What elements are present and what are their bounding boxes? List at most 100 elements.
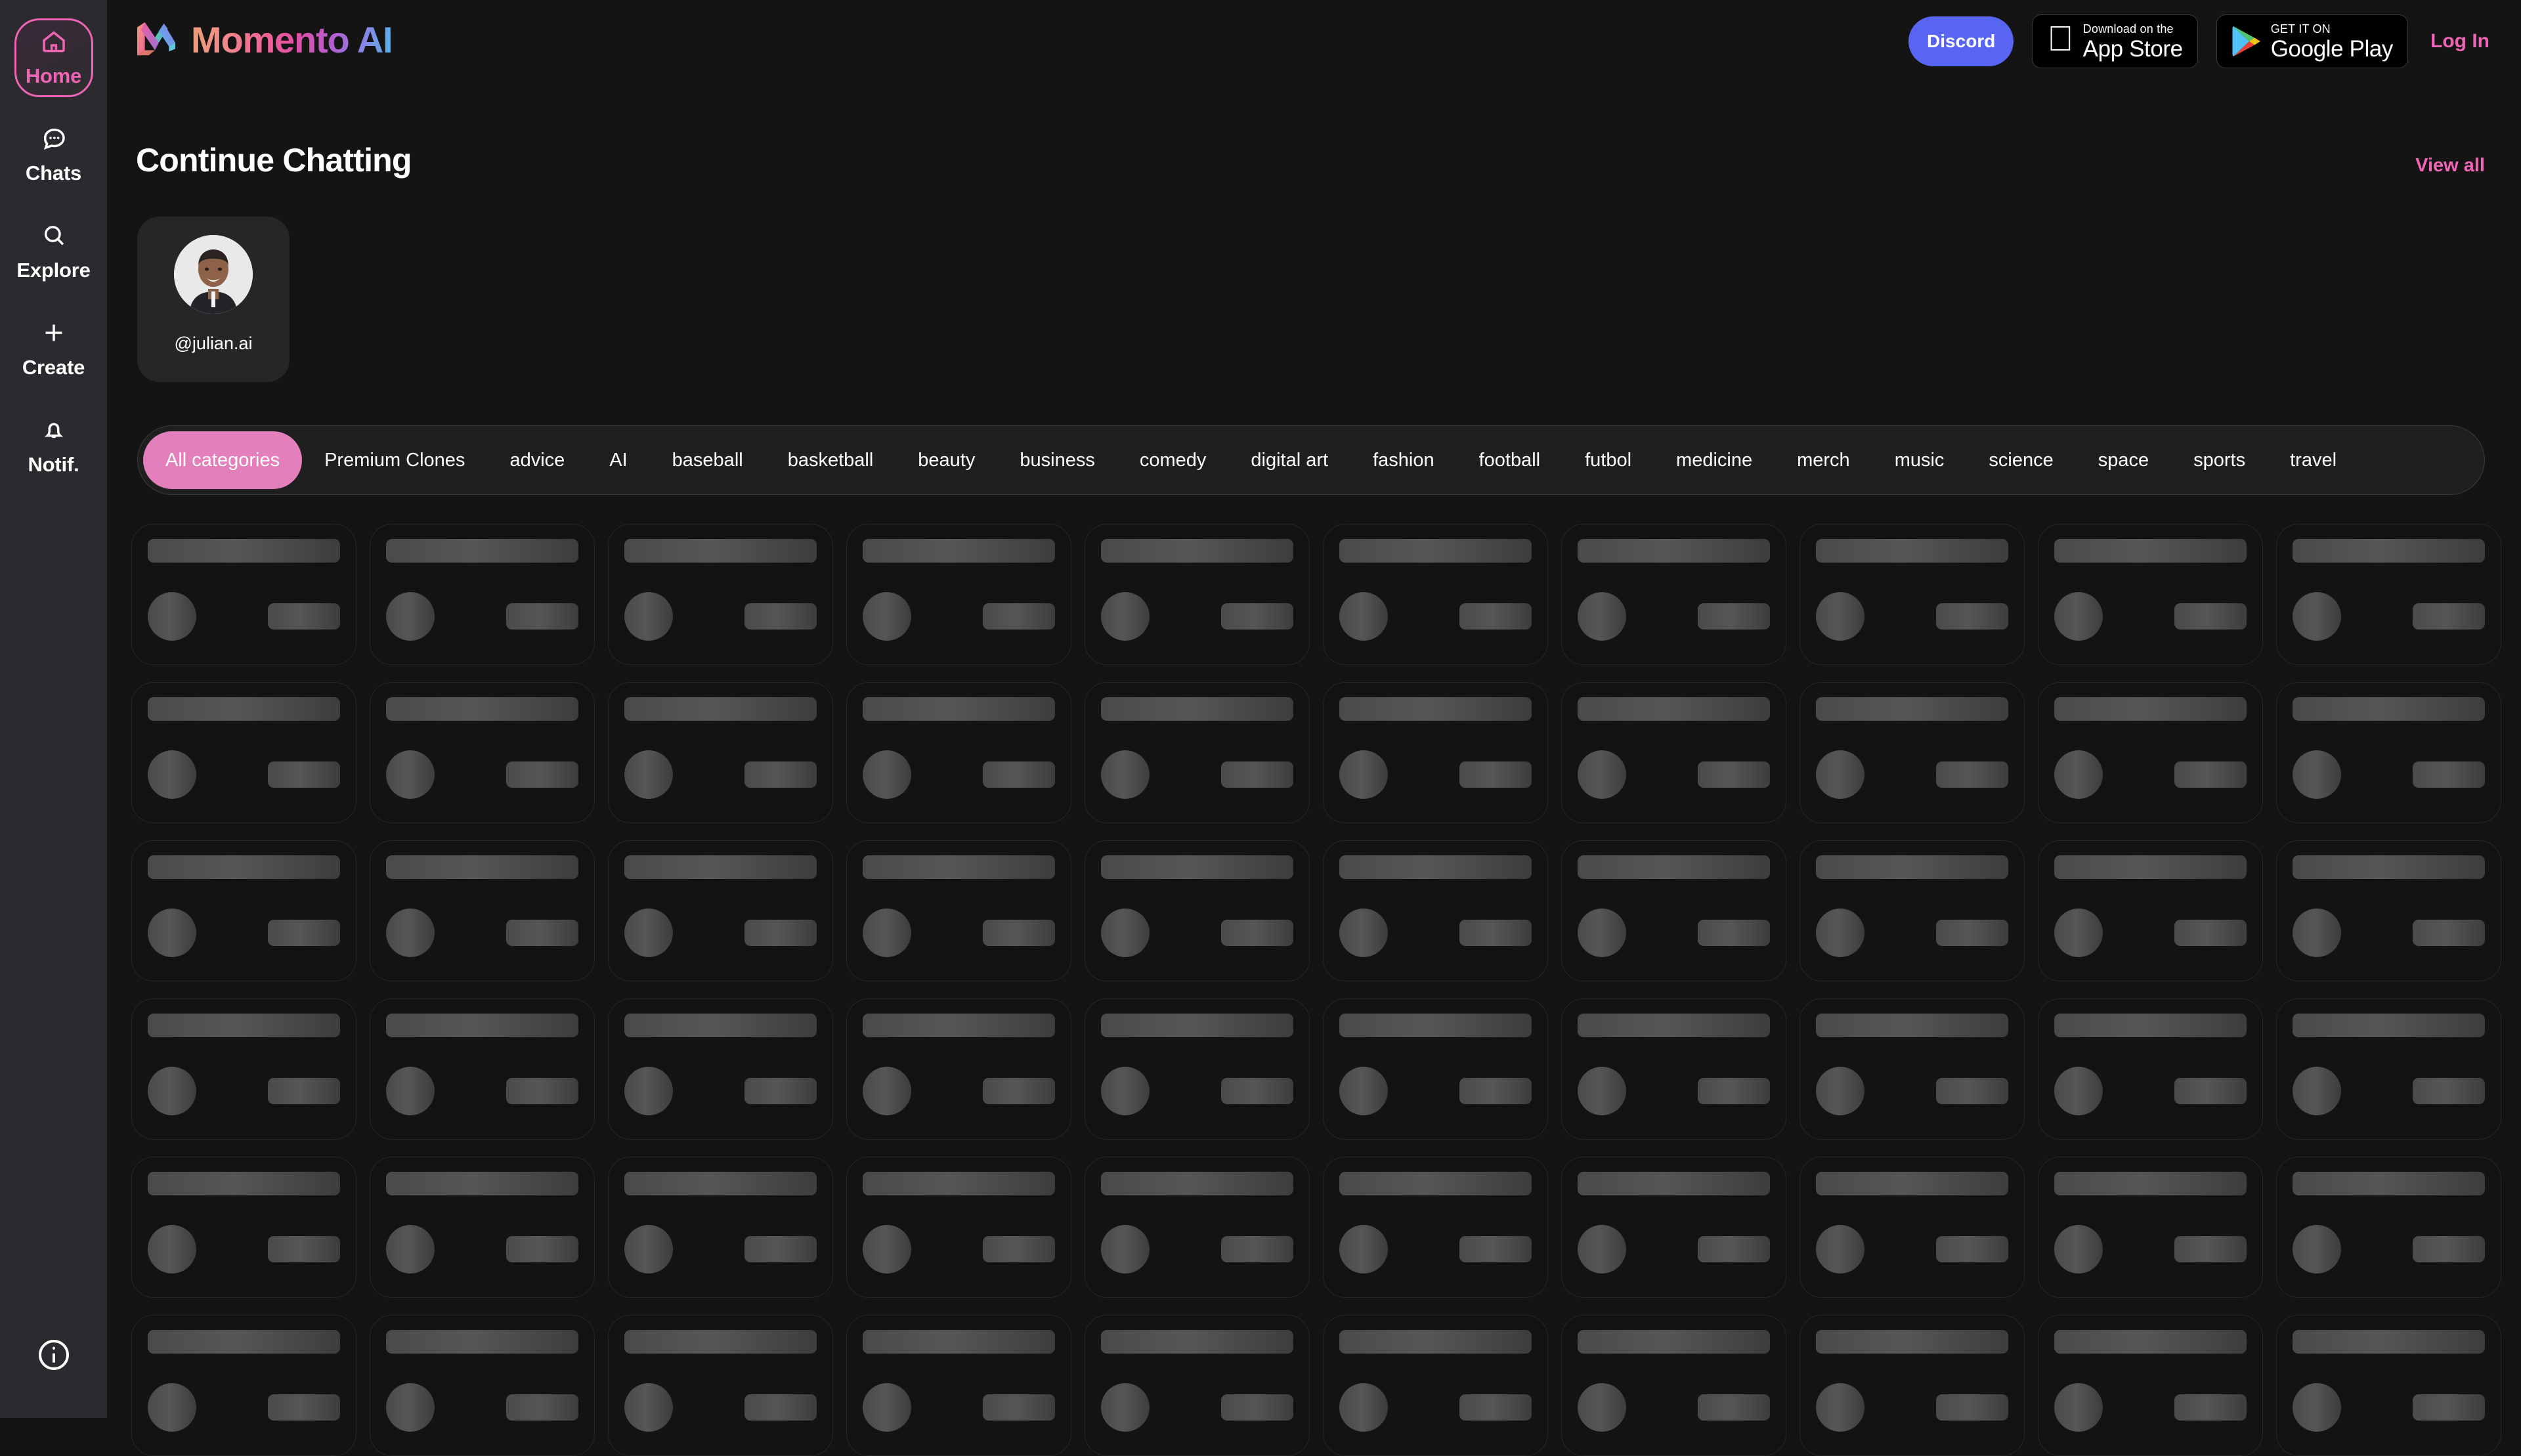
- character-card-placeholder[interactable]: [370, 1157, 595, 1298]
- character-card-placeholder[interactable]: [2038, 1315, 2263, 1456]
- character-card-placeholder[interactable]: [1323, 524, 1548, 665]
- character-card-placeholder[interactable]: [1799, 524, 2025, 665]
- character-card-placeholder[interactable]: [2038, 682, 2263, 823]
- login-link[interactable]: Log In: [2430, 30, 2489, 53]
- character-card-placeholder[interactable]: [370, 682, 595, 823]
- character-card-placeholder[interactable]: [1085, 840, 1310, 981]
- character-card-placeholder[interactable]: [2038, 998, 2263, 1140]
- sidebar-item-create[interactable]: Create: [14, 310, 93, 389]
- character-card-placeholder[interactable]: [1085, 1157, 1310, 1298]
- character-card-placeholder[interactable]: [131, 682, 356, 823]
- character-card-placeholder[interactable]: [2276, 998, 2501, 1140]
- skeleton-avatar: [2293, 1225, 2341, 1274]
- character-card-placeholder[interactable]: [1085, 682, 1310, 823]
- category-pill[interactable]: comedy: [1117, 431, 1229, 489]
- category-pill[interactable]: digital art: [1228, 431, 1350, 489]
- character-card-placeholder[interactable]: [370, 998, 595, 1140]
- character-card-placeholder[interactable]: [131, 1315, 356, 1456]
- info-icon[interactable]: [35, 1337, 72, 1373]
- character-card-placeholder[interactable]: [131, 998, 356, 1140]
- character-card-placeholder[interactable]: [1323, 1315, 1548, 1456]
- character-card-placeholder[interactable]: [131, 1157, 356, 1298]
- character-card-placeholder[interactable]: [2276, 524, 2501, 665]
- character-card-placeholder[interactable]: [1799, 840, 2025, 981]
- character-card-placeholder[interactable]: [608, 1157, 833, 1298]
- category-pill[interactable]: AI: [587, 431, 649, 489]
- character-card-placeholder[interactable]: [1085, 524, 1310, 665]
- category-filter-bar[interactable]: All categories Premium Clones advice AI base…: [137, 425, 2485, 495]
- character-card-placeholder[interactable]: [1561, 998, 1786, 1140]
- character-card-placeholder[interactable]: [1561, 524, 1786, 665]
- skeleton-title-bar: [1339, 855, 1532, 879]
- discord-button[interactable]: Discord: [1908, 16, 2014, 66]
- character-card-placeholder[interactable]: [131, 524, 356, 665]
- category-pill[interactable]: Premium Clones: [302, 431, 487, 489]
- character-card-placeholder[interactable]: [846, 998, 1071, 1140]
- skeleton-label: [1221, 603, 1293, 630]
- google-play-badge[interactable]: GET IT ON Google Play: [2216, 14, 2409, 68]
- sidebar-item-notifications[interactable]: Notif.: [14, 407, 93, 486]
- category-pill[interactable]: merch: [1775, 431, 1872, 489]
- category-pill[interactable]: fashion: [1350, 431, 1457, 489]
- character-card-placeholder[interactable]: [1799, 1157, 2025, 1298]
- top-header: Momento AI Discord  Download on the App…: [107, 0, 2521, 98]
- character-card-placeholder[interactable]: [1323, 1157, 1548, 1298]
- character-card-placeholder[interactable]: [608, 840, 833, 981]
- category-pill[interactable]: futbol: [1562, 431, 1654, 489]
- character-card-placeholder[interactable]: [1561, 840, 1786, 981]
- category-pill[interactable]: space: [2076, 431, 2171, 489]
- character-card-placeholder[interactable]: [2276, 1315, 2501, 1456]
- character-card-placeholder[interactable]: [1799, 998, 2025, 1140]
- category-pill[interactable]: baseball: [650, 431, 765, 489]
- character-card-placeholder[interactable]: [370, 840, 595, 981]
- category-pill[interactable]: music: [1872, 431, 1967, 489]
- character-card-placeholder[interactable]: [2276, 1157, 2501, 1298]
- category-pill[interactable]: advice: [487, 431, 587, 489]
- character-card-placeholder[interactable]: [1323, 840, 1548, 981]
- character-card-placeholder[interactable]: [1561, 1315, 1786, 1456]
- app-store-badge[interactable]:  Download on the App Store: [2032, 14, 2198, 68]
- continue-chat-card[interactable]: @julian.ai: [137, 217, 290, 382]
- character-card-placeholder[interactable]: [846, 1315, 1071, 1456]
- character-card-placeholder[interactable]: [1561, 1157, 1786, 1298]
- category-pill[interactable]: science: [1966, 431, 2075, 489]
- character-card-placeholder[interactable]: [2038, 524, 2263, 665]
- character-card-placeholder[interactable]: [2038, 1157, 2263, 1298]
- character-card-placeholder[interactable]: [608, 998, 833, 1140]
- character-card-placeholder[interactable]: [608, 524, 833, 665]
- character-card-placeholder[interactable]: [846, 682, 1071, 823]
- character-card-placeholder[interactable]: [1323, 998, 1548, 1140]
- character-card-placeholder[interactable]: [1799, 682, 2025, 823]
- character-card-placeholder[interactable]: [370, 1315, 595, 1456]
- category-pill[interactable]: business: [997, 431, 1117, 489]
- sidebar-item-explore[interactable]: Explore: [14, 213, 93, 291]
- character-card-placeholder[interactable]: [1561, 682, 1786, 823]
- category-pill[interactable]: travel: [2268, 431, 2359, 489]
- character-card-placeholder[interactable]: [370, 524, 595, 665]
- character-card-placeholder[interactable]: [608, 682, 833, 823]
- category-pill[interactable]: basketball: [765, 431, 896, 489]
- character-card-placeholder[interactable]: [1085, 998, 1310, 1140]
- character-card-placeholder[interactable]: [1799, 1315, 2025, 1456]
- character-card-placeholder[interactable]: [2276, 840, 2501, 981]
- view-all-link[interactable]: View all: [2415, 155, 2485, 177]
- sidebar-item-chats[interactable]: Chats: [14, 116, 93, 194]
- app-logo[interactable]: Momento AI: [136, 18, 393, 61]
- skeleton-label: [1459, 1078, 1532, 1104]
- character-card-placeholder[interactable]: [846, 1157, 1071, 1298]
- character-card-placeholder[interactable]: [1085, 1315, 1310, 1456]
- skeleton-label: [744, 1236, 817, 1262]
- sidebar-item-home[interactable]: Home: [14, 18, 93, 97]
- character-card-placeholder[interactable]: [1323, 682, 1548, 823]
- category-pill[interactable]: football: [1457, 431, 1563, 489]
- character-card-placeholder[interactable]: [608, 1315, 833, 1456]
- character-card-placeholder[interactable]: [2038, 840, 2263, 981]
- category-pill[interactable]: medicine: [1654, 431, 1775, 489]
- character-card-placeholder[interactable]: [846, 840, 1071, 981]
- category-pill[interactable]: sports: [2171, 431, 2268, 489]
- character-card-placeholder[interactable]: [131, 840, 356, 981]
- category-pill[interactable]: beauty: [895, 431, 997, 489]
- character-card-placeholder[interactable]: [2276, 682, 2501, 823]
- category-pill[interactable]: All categories: [143, 431, 303, 489]
- character-card-placeholder[interactable]: [846, 524, 1071, 665]
